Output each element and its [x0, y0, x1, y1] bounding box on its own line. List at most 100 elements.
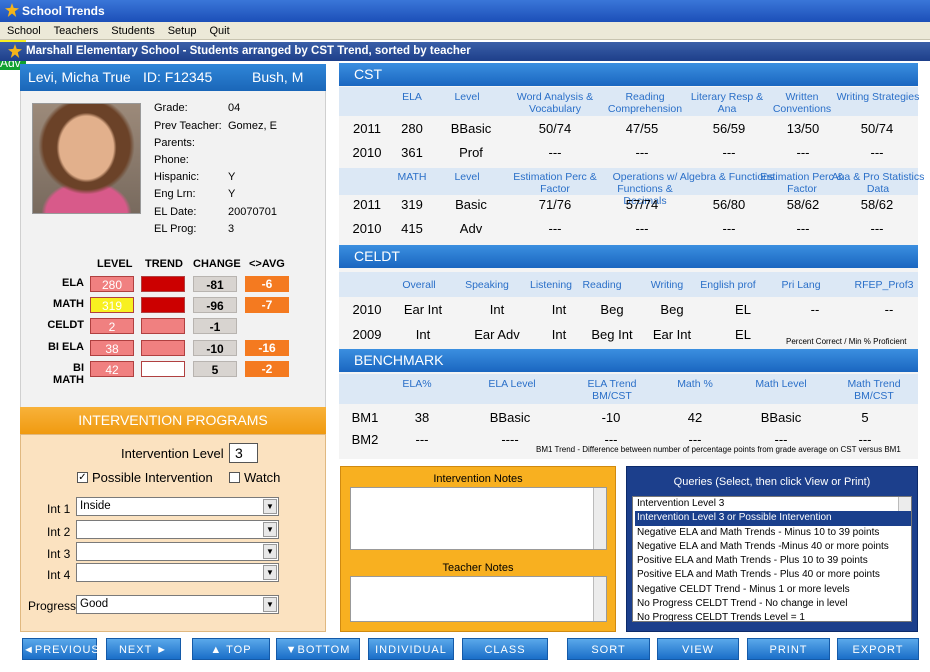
sort-button[interactable]: SORT [567, 638, 650, 660]
progress-value: Good [80, 598, 109, 610]
int1-label: Int 1 [47, 502, 71, 516]
benchmark-note: BM1 Trend - Difference between number of… [536, 445, 901, 454]
celdt-note: Percent Correct / Min % Proficient [786, 337, 907, 346]
int1-select[interactable]: Inside ▼ [76, 497, 279, 516]
cst-header: CST [339, 63, 918, 86]
change-cell: 5 [193, 361, 237, 377]
row-label: ELA [62, 277, 84, 289]
query-item[interactable]: Negative CELDT Trend - Minus 1 or more l… [635, 583, 911, 597]
col-level-header: LEVEL [97, 258, 133, 270]
benchmark-cell: -10 [601, 410, 621, 425]
query-item[interactable]: Intervention Level 3 or Possible Interve… [635, 511, 911, 526]
cst-cell: 47/55 [625, 121, 659, 136]
scrollbar[interactable] [593, 488, 606, 549]
benchmark-cell: 5 [861, 410, 869, 425]
menu-students[interactable]: Students [104, 22, 160, 37]
int4-select[interactable]: ▼ [76, 563, 279, 582]
cst-cell: 57/74 [625, 197, 659, 212]
query-item[interactable]: No Progress CELDT Trend - No change in l… [635, 597, 911, 611]
column-header: Estimation Perc & Factor [513, 171, 597, 195]
row-label: CELDT [47, 319, 84, 331]
cst-cell: --- [548, 221, 562, 236]
level-cell: 319 [90, 297, 134, 313]
column-header: Word Analysis & Vocabulary [516, 91, 594, 115]
chevron-down-icon[interactable]: ▼ [263, 544, 277, 559]
query-item[interactable]: No Progress CELDT Trends Level = 1 [635, 611, 911, 621]
intervention-notes-textarea[interactable] [350, 487, 607, 550]
change-cell: -96 [193, 297, 237, 313]
info-label: EL Date: [154, 206, 197, 218]
next-button[interactable]: NEXT ► [106, 638, 181, 660]
trend-cell [141, 297, 185, 313]
benchmark-cell: 38 [414, 410, 430, 425]
info-label: Phone: [154, 154, 189, 166]
query-item[interactable]: Positive ELA and Math Trends - Plus 10 t… [635, 554, 911, 568]
query-item[interactable]: Positive ELA and Math Trends - Plus 40 o… [635, 568, 911, 582]
queries-list[interactable]: Intervention Level 3 Intervention Level 3… [632, 496, 912, 622]
individual-button[interactable]: INDIVIDUAL [368, 638, 454, 660]
level-cell: 42 [90, 361, 134, 377]
student-header: Levi, Micha True ID: F12345 Bush, M [20, 64, 326, 91]
cst-cell: --- [635, 145, 649, 160]
column-header: Level [454, 91, 480, 103]
possible-intervention-checkbox[interactable]: ✓ [77, 472, 88, 483]
int3-label: Int 3 [47, 547, 71, 561]
level-cell: 2 [90, 318, 134, 334]
int3-select[interactable]: ▼ [76, 542, 279, 561]
cst-cell: --- [870, 221, 884, 236]
trend-cell [141, 361, 185, 377]
chevron-down-icon[interactable]: ▼ [263, 565, 277, 580]
change-cell: -10 [193, 340, 237, 356]
bottom-button[interactable]: ▼BOTTOM [276, 638, 360, 660]
document-star-icon [8, 44, 22, 58]
trend-cell [141, 276, 185, 292]
cst-cell: 58/62 [860, 197, 894, 212]
student-photo [32, 103, 141, 214]
benchmark-cell: BBasic [760, 410, 802, 425]
int1-value: Inside [80, 500, 111, 512]
avg-cell: -6 [245, 276, 289, 292]
col-trend-header: TREND [145, 258, 183, 270]
class-button[interactable]: CLASS [462, 638, 548, 660]
export-button[interactable]: EXPORT [837, 638, 919, 660]
menu-setup[interactable]: Setup [161, 22, 203, 37]
benchmark-cell: 42 [687, 410, 703, 425]
scrollbar[interactable] [898, 497, 911, 512]
info-label: Prev Teacher: [154, 120, 222, 132]
queries-title: Queries (Select, then click View or Prin… [673, 476, 871, 488]
chevron-down-icon[interactable]: ▼ [263, 499, 277, 514]
progress-select[interactable]: Good ▼ [76, 595, 279, 614]
intervention-level-input[interactable]: 3 [229, 443, 258, 463]
menu-teachers[interactable]: Teachers [47, 22, 105, 37]
intervention-notes-title: Intervention Notes [433, 473, 523, 485]
query-item[interactable]: Negative ELA and Math Trends - Minus 10 … [635, 526, 911, 540]
info-label: EL Prog: [154, 223, 197, 235]
row-label: MATH [53, 298, 84, 310]
query-item[interactable]: Intervention Level 3 [635, 497, 911, 511]
row-label: BI ELA [47, 341, 84, 353]
benchmark-header: BENCHMARK [339, 349, 918, 372]
menu-quit[interactable]: Quit [202, 22, 235, 37]
menu-school[interactable]: School [0, 22, 47, 37]
info-value: 04 [228, 102, 241, 114]
document-title: Marshall Elementary School - Students ar… [26, 45, 471, 57]
column-header: ELA Level [488, 378, 536, 390]
print-button[interactable]: PRINT [747, 638, 830, 660]
view-button[interactable]: VIEW [657, 638, 739, 660]
int2-select[interactable]: ▼ [76, 520, 279, 539]
query-item[interactable]: Negative ELA and Math Trends -Minus 40 o… [635, 540, 911, 554]
possible-intervention-label: Possible Intervention [92, 470, 213, 485]
student-id: ID: F12345 [143, 69, 213, 85]
previous-button[interactable]: ◄PREVIOUS [22, 638, 99, 660]
chevron-down-icon[interactable]: ▼ [263, 597, 277, 612]
teacher-notes-textarea[interactable] [350, 576, 607, 622]
change-cell: -1 [193, 318, 237, 334]
top-button[interactable]: ▲ TOP [192, 638, 270, 660]
chevron-down-icon[interactable]: ▼ [263, 522, 277, 537]
column-header: Ana & Pro Statistics Data [831, 171, 925, 195]
column-header: Reading [582, 279, 622, 291]
student-name: Levi, Micha True [28, 69, 131, 85]
column-header: Math Trend BM/CST [847, 378, 901, 402]
scrollbar[interactable] [593, 577, 606, 621]
watch-checkbox[interactable] [229, 472, 240, 483]
